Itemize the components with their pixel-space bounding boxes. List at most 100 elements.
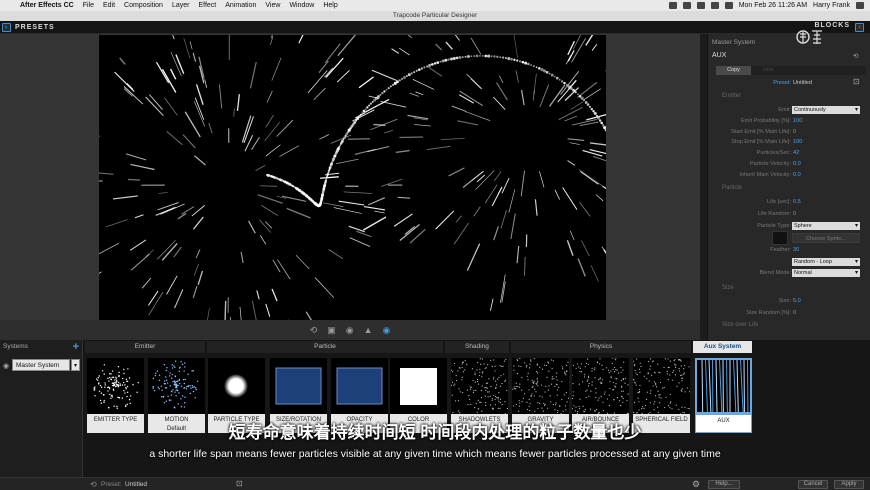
tile-thumbnail: [390, 358, 447, 414]
tile-thumbnail: [451, 358, 508, 414]
systems-header: Systems: [3, 343, 28, 350]
chevron-down-icon[interactable]: ▾: [71, 359, 80, 371]
cloud-icon[interactable]: [682, 2, 691, 9]
chevron-left-icon[interactable]: ‹: [855, 23, 864, 32]
emitter-label: Inherit Main Velocity:: [739, 171, 791, 178]
system-select[interactable]: Master System: [12, 359, 70, 371]
volume-icon[interactable]: [710, 2, 719, 9]
wifi-icon[interactable]: [696, 2, 705, 9]
clock[interactable]: Mon Feb 26 11:26 AM: [739, 2, 807, 9]
dropbox-icon[interactable]: [668, 2, 677, 9]
emitter-label: Particles/Sec:: [756, 150, 791, 157]
motion-blur-icon[interactable]: ◉: [346, 325, 354, 336]
section-size-over-life: Size over Life: [722, 322, 759, 328]
particle-dropdown[interactable]: Normal: [792, 269, 860, 278]
help-button[interactable]: Help...: [708, 480, 740, 489]
menu-window[interactable]: Window: [289, 2, 314, 9]
emitter-value[interactable]: 100: [793, 118, 802, 124]
emitter-row: Emit Probability [%]: 100: [708, 117, 870, 126]
menu-effect[interactable]: Effect: [198, 2, 216, 9]
particle-row: Life Random: 0: [708, 210, 870, 219]
menu-help[interactable]: Help: [323, 2, 337, 9]
group-particle: Particle: [207, 341, 444, 353]
menu-layer[interactable]: Layer: [172, 2, 190, 9]
size-value[interactable]: 0: [793, 310, 796, 316]
save-preset-icon[interactable]: ⊡: [853, 77, 860, 86]
viewport-toolbar: ⟲ ▣ ◉ ▲ ◉: [0, 320, 700, 340]
reset-view-icon[interactable]: ⟲: [310, 325, 318, 336]
emitter-row: Particle Velocity: 0.0: [708, 160, 870, 169]
save-preset-icon[interactable]: ⊡: [236, 479, 243, 488]
emitter-value[interactable]: 0: [793, 129, 796, 135]
camera-icon[interactable]: ▣: [327, 325, 336, 336]
grid-icon[interactable]: ▲: [364, 325, 373, 335]
footer-bar: ⟲ Preset: Untitled ⊡ ⚙ Help... Cancel Ap…: [0, 477, 870, 490]
tab-copy[interactable]: Copy: [716, 66, 751, 75]
reset-icon[interactable]: ⟲: [90, 480, 97, 489]
menu-composition[interactable]: Composition: [124, 2, 163, 9]
particle-dropdown[interactable]: Sphere: [792, 221, 860, 230]
reset-icon[interactable]: ⟲: [853, 52, 858, 60]
menu-view[interactable]: View: [265, 2, 280, 9]
eye-icon[interactable]: ◉: [3, 362, 9, 370]
panel-tabs: Copy Hide: [716, 66, 866, 75]
subtitle-english: a shorter life span means fewer particle…: [149, 448, 721, 460]
preset-label: Preset:: [773, 80, 791, 86]
emitter-value[interactable]: 42: [793, 150, 799, 156]
emitter-label: Start Emit [% Main Life]:: [731, 128, 791, 135]
sprite-swatch[interactable]: [772, 231, 788, 245]
user-name[interactable]: Harry Frank: [813, 2, 850, 9]
particle-button[interactable]: Choose Sprite...: [792, 232, 860, 243]
group-aux-system: Aux System: [693, 341, 753, 353]
battery-icon[interactable]: [724, 2, 733, 9]
emitter-row: Particles/Sec: 42: [708, 149, 870, 158]
preset-value[interactable]: Untitled: [793, 80, 812, 86]
presets-button[interactable]: › PRESETS: [2, 22, 55, 33]
size-value[interactable]: 5.0: [793, 298, 801, 304]
particle-row: Particle Type: Sphere: [708, 221, 870, 231]
cancel-button[interactable]: Cancel: [798, 480, 828, 489]
watermark-logo: [796, 30, 822, 44]
particle-render: [99, 35, 606, 320]
top-bar: › PRESETS BLOCKS ‹: [0, 21, 870, 34]
gear-icon[interactable]: ⚙: [692, 479, 700, 490]
tab-hide[interactable]: Hide: [751, 66, 786, 75]
subtitle-chinese: 短寿命意味着持续时间短 时间段内处理的粒子数量也少: [228, 423, 642, 442]
tile-thumbnail: [270, 358, 327, 414]
section-emitter: Emitter: [722, 93, 742, 99]
particle-viewport[interactable]: [99, 35, 606, 320]
tile-thumbnail: [148, 358, 205, 414]
panel-heading: Master System: [712, 39, 756, 46]
particle-label: Life [sec]:: [767, 199, 791, 205]
particle-row: Blend Mode: Normal: [708, 269, 870, 278]
tile-thumbnail: [512, 358, 569, 414]
tile-thumbnail: [331, 358, 388, 414]
particle-row: Choose Sprite...: [708, 232, 870, 243]
eye-icon[interactable]: ◉: [382, 325, 390, 336]
emitter-value[interactable]: 0.0: [793, 172, 801, 178]
add-system-icon[interactable]: +: [73, 341, 79, 353]
particle-label: Life Random:: [757, 210, 791, 217]
tile-thumbnail: [695, 358, 752, 414]
menu-file[interactable]: File: [83, 2, 94, 9]
emitter-value[interactable]: 100: [793, 139, 802, 145]
apply-button[interactable]: Apply: [834, 480, 864, 489]
emitter-label: Emit Probability [%]:: [740, 117, 791, 124]
footer-preset-label: Preset:: [101, 481, 122, 488]
size-row: Size Random [%]: 0: [708, 309, 870, 318]
presets-label: PRESETS: [15, 24, 55, 31]
section-particle: Particle: [722, 185, 743, 191]
particle-row: Feather: 30: [708, 246, 870, 255]
tile-thumbnail: [87, 358, 144, 414]
particle-value[interactable]: 0: [793, 211, 796, 217]
emitter-value[interactable]: 0.0: [793, 161, 801, 167]
menu-edit[interactable]: Edit: [103, 2, 115, 9]
search-icon[interactable]: [856, 2, 864, 9]
emitter-dropdown[interactable]: Continuously: [792, 106, 860, 114]
particle-dropdown[interactable]: Random - Loop: [792, 257, 860, 266]
particle-value[interactable]: 30: [793, 247, 799, 253]
particle-value[interactable]: 0.5: [793, 199, 801, 205]
menu-animation[interactable]: Animation: [225, 2, 256, 9]
menu-app[interactable]: After Effects CC: [20, 2, 74, 9]
emitter-label: Emit:: [778, 107, 791, 113]
